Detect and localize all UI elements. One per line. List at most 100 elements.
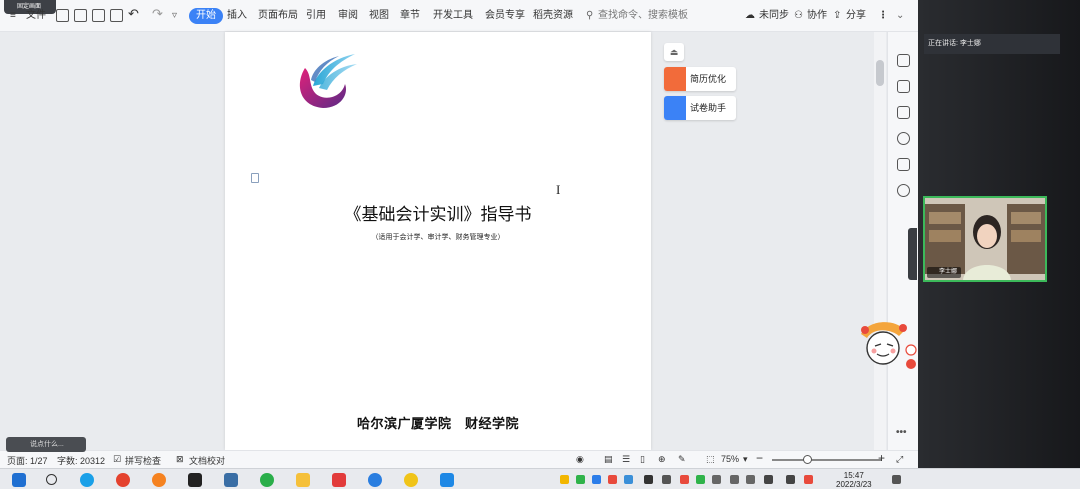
cloud-sync-icon[interactable]: ☁ xyxy=(745,8,755,24)
tab-view[interactable]: 视图 xyxy=(369,8,389,24)
tray-icon-1[interactable] xyxy=(560,475,569,484)
wifi-icon[interactable] xyxy=(746,475,755,484)
zoom-slider[interactable] xyxy=(772,459,882,461)
tab-insert[interactable]: 插入 xyxy=(227,8,247,24)
tab-page-layout[interactable]: 页面布局 xyxy=(258,8,298,24)
exam-label: 试卷助手 xyxy=(690,103,727,113)
resume-label: 简历优化 xyxy=(690,74,727,84)
redo-icon[interactable]: ↷ xyxy=(152,6,163,22)
spell-check-icon[interactable]: ☑ xyxy=(113,454,121,465)
tray-icon-2[interactable] xyxy=(576,475,585,484)
zoom-in-icon[interactable]: + xyxy=(878,451,885,465)
print-icon[interactable] xyxy=(92,9,105,22)
tray-icon-3[interactable] xyxy=(592,475,601,484)
scroll-thumb[interactable] xyxy=(876,60,884,86)
notification-icon[interactable] xyxy=(892,475,901,484)
tab-developer[interactable]: 开发工具 xyxy=(433,8,473,24)
start-icon[interactable] xyxy=(12,473,26,487)
app-blue-icon[interactable] xyxy=(440,473,454,487)
settings-icon[interactable] xyxy=(897,106,910,119)
proofread[interactable]: 文档校对 xyxy=(189,454,225,467)
hamburger-icon[interactable]: ≡ xyxy=(10,8,16,24)
help-icon[interactable] xyxy=(897,132,910,145)
volume-icon[interactable] xyxy=(730,475,739,484)
template-icon[interactable] xyxy=(897,158,910,171)
zoom-dropdown-icon[interactable]: ▾ xyxy=(743,454,748,465)
exam-assistant-button[interactable]: 试卷助手 xyxy=(664,96,736,120)
export-icon[interactable] xyxy=(74,9,87,22)
more-icon[interactable]: ⋮ xyxy=(878,8,888,24)
explorer-icon[interactable] xyxy=(296,473,310,487)
tray-icon-10[interactable] xyxy=(764,475,773,484)
app-dark-icon[interactable] xyxy=(188,473,202,487)
collab-button[interactable]: 协作 xyxy=(807,8,827,24)
vertical-scrollbar[interactable] xyxy=(874,32,886,450)
tray-icon-9[interactable] xyxy=(696,475,705,484)
eye-care-icon[interactable]: ◉ xyxy=(576,454,584,465)
save-icon[interactable] xyxy=(56,9,69,22)
customize-icon[interactable]: ▿ xyxy=(172,8,177,24)
tray-icon-11[interactable] xyxy=(804,475,813,484)
select-icon[interactable] xyxy=(897,80,910,93)
chat-input-placeholder: 说点什么... xyxy=(30,441,64,448)
page-indicator[interactable]: 页面: 1/27 xyxy=(7,454,48,467)
undo-icon[interactable]: ↶ xyxy=(128,6,139,22)
word-count[interactable]: 字数: 20312 xyxy=(57,454,105,467)
tab-review[interactable]: 审阅 xyxy=(338,8,358,24)
file-menu[interactable]: 文件 xyxy=(26,8,46,24)
collab-icon[interactable]: ⚇ xyxy=(794,8,803,24)
tab-member[interactable]: 会员专享 xyxy=(485,8,525,24)
search-icon[interactable]: ⚲ xyxy=(586,8,593,24)
location-icon[interactable] xyxy=(897,184,910,197)
edit-icon[interactable] xyxy=(897,54,910,67)
edge-icon[interactable] xyxy=(80,473,94,487)
collapse-ribbon-icon[interactable]: ⌄ xyxy=(896,8,904,24)
clock[interactable]: 15:47 2022/3/23 xyxy=(836,471,872,489)
collapse-panel-button[interactable]: ⏏ xyxy=(664,43,684,61)
tray-icon-5[interactable] xyxy=(624,475,633,484)
ime-icon[interactable] xyxy=(786,475,795,484)
share-button[interactable]: 分享 xyxy=(846,8,866,24)
write-view-icon[interactable]: ✎ xyxy=(678,454,686,465)
tab-home[interactable]: 开始 xyxy=(189,8,223,24)
zoom-slider-knob[interactable] xyxy=(803,455,813,464)
firefox-icon[interactable] xyxy=(152,473,166,487)
wps-icon[interactable] xyxy=(332,473,346,487)
preview-icon[interactable] xyxy=(110,9,123,22)
chat-input-popup[interactable]: 说点什么... xyxy=(6,437,86,452)
tray-icon-8[interactable] xyxy=(680,475,689,484)
zoom-level[interactable]: 75% xyxy=(721,454,739,464)
tray-icon-7[interactable] xyxy=(662,475,671,484)
app-yellow-icon[interactable] xyxy=(404,473,418,487)
share-icon[interactable]: ⇪ xyxy=(833,8,841,24)
proofread-icon[interactable]: ⊠ xyxy=(176,454,184,465)
tray-icon-4[interactable] xyxy=(608,475,617,484)
web-view-icon[interactable]: ⊕ xyxy=(658,454,666,465)
tab-docer[interactable]: 稻壳资源 xyxy=(533,8,573,24)
panel-toggle-tab[interactable] xyxy=(908,228,917,280)
zoom-out-icon[interactable]: − xyxy=(756,451,763,465)
search-taskbar-icon[interactable] xyxy=(46,474,57,485)
fit-page-icon[interactable]: ⬚ xyxy=(706,454,715,465)
spell-check[interactable]: 拼写检查 xyxy=(125,454,161,467)
meeting-app-icon[interactable] xyxy=(368,473,382,487)
wechat-icon[interactable] xyxy=(260,473,274,487)
resume-optimize-button[interactable]: 简历优化 xyxy=(664,67,736,91)
tab-section[interactable]: 章节 xyxy=(400,8,420,24)
document-page[interactable]: 《基础会计实训》指导书 I （适用于会计学、审计学、财务管理专业） 哈尔滨广厦学… xyxy=(225,32,651,450)
doc-icon[interactable] xyxy=(251,173,259,183)
chrome-icon[interactable] xyxy=(116,473,130,487)
school-logo xyxy=(299,54,357,108)
page-view-icon[interactable]: ▤ xyxy=(604,454,613,465)
command-search[interactable]: 查找命令、搜索模板 xyxy=(598,8,688,24)
tab-references[interactable]: 引用 xyxy=(306,8,326,24)
outline-view-icon[interactable]: ☰ xyxy=(622,454,630,465)
tray-icon-6[interactable] xyxy=(644,475,653,484)
more-tools-icon[interactable]: ••• xyxy=(896,425,907,441)
sync-status[interactable]: 未同步 xyxy=(759,8,789,24)
calculator-icon[interactable] xyxy=(224,473,238,487)
reading-view-icon[interactable]: ▯ xyxy=(640,454,645,465)
participant-video[interactable]: 李士娜 xyxy=(923,196,1047,282)
battery-icon[interactable] xyxy=(712,475,721,484)
fullscreen-icon[interactable]: ⤢ xyxy=(896,454,903,465)
